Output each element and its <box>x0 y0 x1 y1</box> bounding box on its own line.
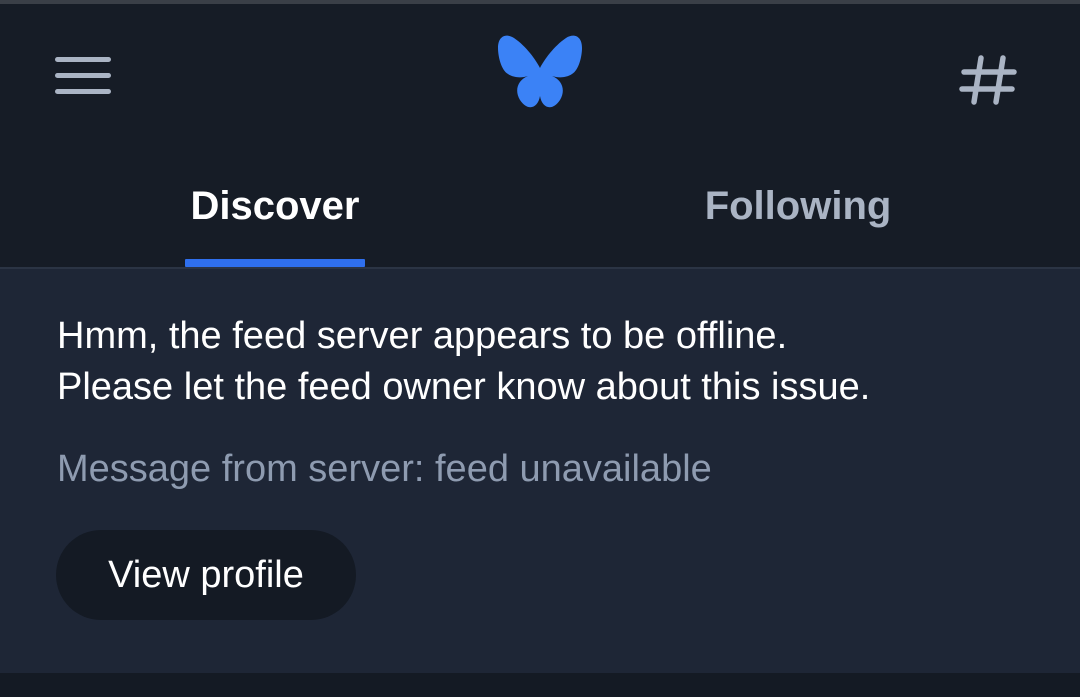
feed-error-message: Hmm, the feed server appears to be offli… <box>57 311 1057 413</box>
feed-error-panel: Hmm, the feed server appears to be offli… <box>0 269 1080 673</box>
view-profile-button[interactable]: View profile <box>56 530 356 620</box>
hamburger-menu-icon <box>52 52 114 100</box>
bottom-strip <box>0 673 1080 697</box>
tab-following-label: Following <box>704 184 892 228</box>
active-tab-indicator <box>185 259 365 267</box>
server-message: Message from server: feed unavailable <box>57 448 712 490</box>
error-line-2: Please let the feed owner know about thi… <box>57 366 871 408</box>
tab-discover-label: Discover <box>190 184 360 228</box>
error-line-1: Hmm, the feed server appears to be offli… <box>57 315 788 357</box>
tab-discover[interactable]: Discover <box>185 180 365 268</box>
feeds-button[interactable] <box>956 50 1022 110</box>
butterfly-logo-icon[interactable] <box>494 34 586 116</box>
app-header: Discover Following <box>0 4 1080 268</box>
hashtag-icon <box>959 55 1017 105</box>
menu-button[interactable] <box>52 52 114 100</box>
tab-following[interactable]: Following <box>700 180 896 268</box>
